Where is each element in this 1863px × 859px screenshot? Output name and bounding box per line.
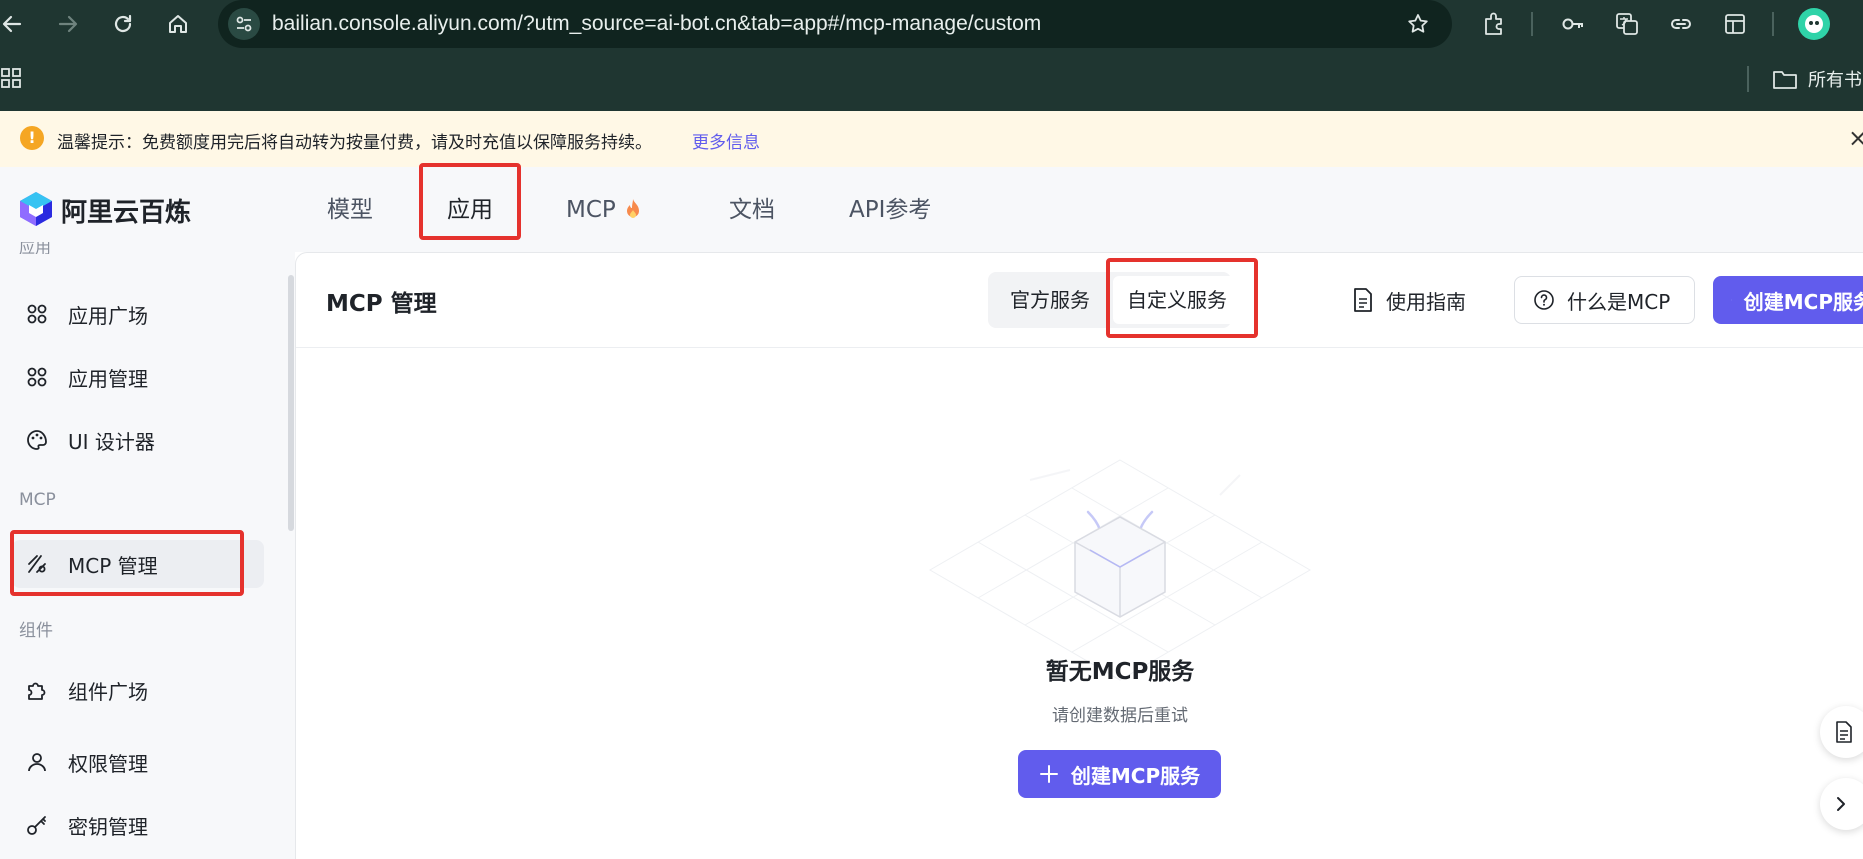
- user-icon: [22, 747, 52, 777]
- sidebar-item-label: 应用管理: [68, 366, 148, 391]
- tab-mcp-label: MCP: [566, 197, 616, 223]
- create-mcp-label: 创建MCP服务: [1070, 763, 1201, 788]
- empty-state-title: 暂无MCP服务: [1045, 659, 1195, 685]
- content-divider: [296, 347, 1863, 348]
- empty-state-subtitle: 请创建数据后重试: [1052, 706, 1188, 726]
- sidebar-item-ui-designer[interactable]: UI 设计器: [12, 416, 264, 464]
- close-icon[interactable]: ×: [1848, 126, 1863, 150]
- warning-icon: !: [20, 126, 44, 150]
- key-icon: [22, 810, 52, 840]
- document-icon: [1354, 288, 1372, 312]
- sidebar-partial-label: 应用: [19, 242, 52, 254]
- app-header: [0, 167, 1863, 252]
- sidebar-item-keys[interactable]: 密钥管理: [12, 801, 264, 849]
- floating-expand-button[interactable]: [1820, 778, 1863, 830]
- tab-app[interactable]: 应用: [447, 192, 493, 228]
- sidepanel-icon[interactable]: [1719, 8, 1751, 40]
- empty-box-illustration: [929, 459, 1311, 681]
- toolbar-divider: [1531, 12, 1533, 36]
- bookmark-star-icon[interactable]: [1404, 10, 1432, 38]
- palette-icon: [22, 425, 52, 455]
- create-mcp-top-label: 创建MCP服务: [1743, 289, 1863, 314]
- apps-icon: [22, 299, 52, 329]
- bookmarks-bar: [0, 56, 1863, 104]
- apps-icon: [22, 362, 52, 392]
- sidebar-group-mcp: MCP: [19, 490, 56, 510]
- link-icon[interactable]: [1665, 8, 1697, 40]
- app-root: bailian.console.aliyun.com/?utm_source=a…: [0, 0, 1863, 859]
- site-settings-icon[interactable]: [228, 8, 260, 40]
- translate-icon[interactable]: [1611, 8, 1643, 40]
- logo-icon[interactable]: [18, 190, 54, 228]
- profile-avatar[interactable]: [1798, 8, 1830, 40]
- segment-custom-services[interactable]: 自定义服务: [1127, 272, 1227, 328]
- plus-icon: [1731, 299, 1732, 301]
- toolbar-divider-2: [1772, 12, 1774, 36]
- sidebar-item-permissions[interactable]: 权限管理: [12, 738, 264, 786]
- sidebar-scrollbar[interactable]: [288, 275, 294, 531]
- folder-icon: [1773, 71, 1797, 89]
- notice-more-link[interactable]: 更多信息: [692, 128, 760, 153]
- create-mcp-service-button[interactable]: 创建MCP服务: [1018, 750, 1221, 798]
- guide-button[interactable]: 使用指南: [1352, 280, 1466, 320]
- chevron-right-icon: [1837, 797, 1845, 811]
- reload-icon[interactable]: [103, 4, 143, 44]
- what-is-mcp-button[interactable]: 什么是MCP: [1514, 276, 1695, 324]
- sidebar-item-label: 应用广场: [68, 303, 148, 328]
- home-icon[interactable]: [158, 4, 198, 44]
- sidebar-item-label: 密钥管理: [68, 814, 148, 839]
- sidebar-item-label: MCP 管理: [68, 553, 158, 578]
- password-key-icon[interactable]: [1557, 8, 1589, 40]
- tab-mcp[interactable]: MCP: [566, 192, 642, 228]
- address-bar[interactable]: bailian.console.aliyun.com/?utm_source=a…: [218, 0, 1452, 48]
- guide-button-label: 使用指南: [1386, 289, 1466, 314]
- notice-text: 温馨提示：免费额度用完后将自动转为按量付费，请及时充值以保障服务持续。: [57, 133, 652, 153]
- bookmarks-divider: [1747, 66, 1749, 92]
- sidebar-group-components: 组件: [19, 621, 53, 641]
- create-mcp-service-button-top[interactable]: 创建MCP服务: [1713, 276, 1863, 324]
- brand-name[interactable]: 阿里云百炼: [61, 192, 191, 229]
- floating-doc-button[interactable]: [1820, 706, 1863, 758]
- url-text[interactable]: bailian.console.aliyun.com/?utm_source=a…: [272, 0, 1041, 48]
- tab-model[interactable]: 模型: [327, 192, 373, 228]
- what-is-mcp-label: 什么是MCP: [1567, 289, 1671, 314]
- bookmark-folder[interactable]: 所有书: [1772, 64, 1862, 94]
- sidebar-item-label: 权限管理: [68, 751, 148, 776]
- extensions-icon[interactable]: [1478, 8, 1510, 40]
- bookmark-folder-label[interactable]: 所有书: [1808, 66, 1862, 92]
- back-icon[interactable]: [0, 4, 32, 44]
- document-icon: [1836, 721, 1852, 743]
- page-title: MCP 管理: [326, 291, 437, 317]
- sidebar-item-label: UI 设计器: [68, 429, 155, 454]
- help-icon: [1534, 290, 1554, 310]
- sidebar-item-mcp-manage[interactable]: MCP 管理: [12, 540, 264, 588]
- segment-official-services[interactable]: 官方服务: [1010, 272, 1090, 328]
- tab-docs[interactable]: 文档: [729, 192, 775, 228]
- plus-icon: [1039, 765, 1058, 783]
- forward-icon[interactable]: [48, 4, 88, 44]
- mcp-icon: [22, 549, 52, 579]
- sidebar-item-app-square[interactable]: 应用广场: [12, 290, 264, 338]
- sidebar-item-app-manage[interactable]: 应用管理: [12, 353, 264, 401]
- apps-grid-icon[interactable]: [0, 66, 26, 92]
- fire-icon: [624, 192, 642, 228]
- browser-toolbar: bailian.console.aliyun.com/?utm_source=a…: [0, 0, 1863, 48]
- tab-api-reference[interactable]: API参考: [849, 192, 931, 228]
